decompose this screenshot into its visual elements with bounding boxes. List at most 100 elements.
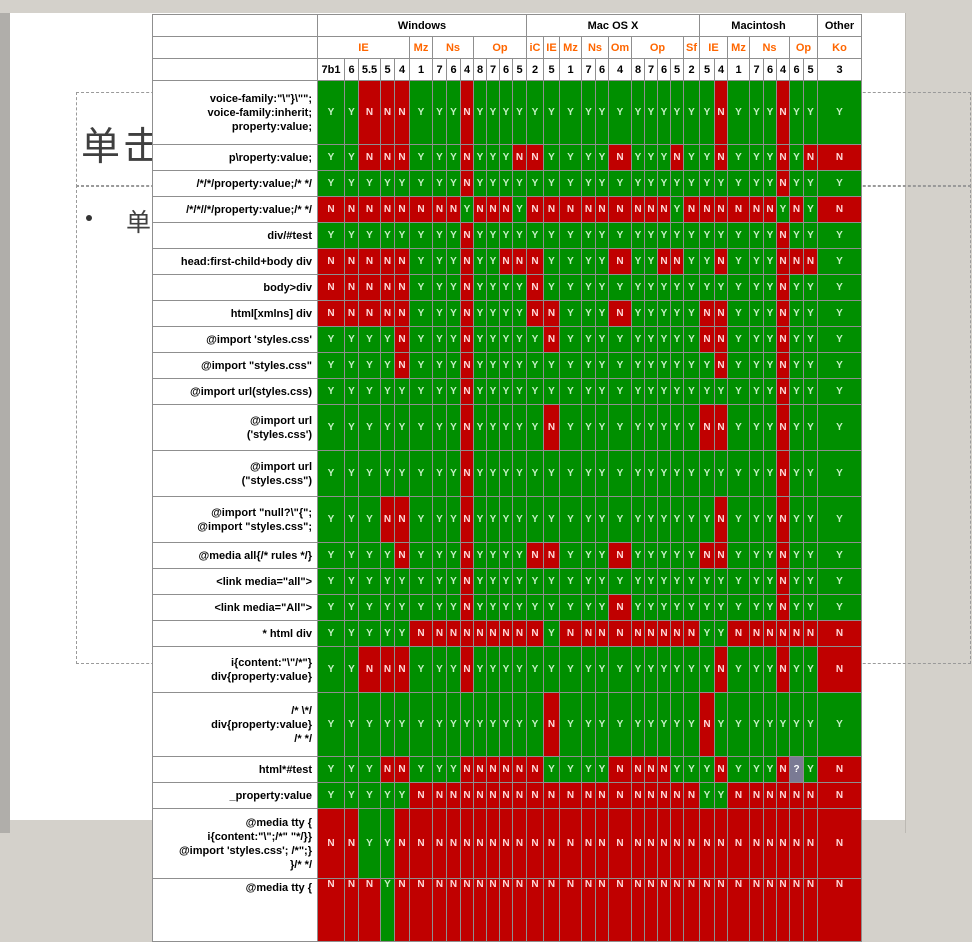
support-cell: Y	[683, 378, 700, 405]
support-cell: Y	[644, 542, 658, 569]
support-cell: N	[608, 782, 632, 809]
support-cell: Y	[526, 80, 544, 145]
support-cell: Y	[559, 248, 582, 275]
support-cell: N	[358, 144, 381, 171]
support-cell: Y	[512, 300, 527, 327]
support-cell: N	[817, 646, 862, 693]
support-cell: Y	[394, 568, 410, 595]
support-cell: N	[543, 878, 560, 942]
support-cell: N	[595, 782, 609, 809]
support-cell: Y	[512, 542, 527, 569]
support-cell: Y	[699, 352, 715, 379]
support-cell: Y	[581, 326, 596, 353]
support-cell: Y	[683, 594, 700, 621]
support-cell: Y	[559, 450, 582, 497]
support-cell: Y	[699, 450, 715, 497]
support-cell: Y	[644, 692, 658, 757]
support-cell: Y	[595, 756, 609, 783]
support-cell: N	[543, 404, 560, 451]
support-cell: Y	[432, 222, 447, 249]
browser-group-header: Ns	[749, 36, 790, 59]
support-cell: N	[657, 620, 671, 647]
support-cell: Y	[432, 352, 447, 379]
support-cell: Y	[727, 404, 750, 451]
support-cell: N	[817, 808, 862, 879]
support-cell: N	[559, 620, 582, 647]
support-cell: N	[657, 782, 671, 809]
support-cell: Y	[789, 568, 804, 595]
support-cell: N	[512, 144, 527, 171]
support-cell: Y	[446, 542, 461, 569]
row-label: @import url(styles.css)	[152, 378, 318, 405]
support-cell: Y	[595, 496, 609, 543]
support-cell: Y	[344, 542, 359, 569]
browser-group-header: IE	[543, 36, 560, 59]
support-cell: Y	[446, 404, 461, 451]
compat-table-image: Windows Mac OS X Macintosh Other IE Mz Ns Op iC I…	[152, 14, 862, 942]
support-cell: Y	[499, 326, 513, 353]
support-cell: Y	[670, 756, 684, 783]
support-cell: Y	[657, 274, 671, 301]
support-cell: Y	[699, 594, 715, 621]
corner-cell	[152, 58, 318, 81]
version-header: 4	[394, 58, 410, 81]
support-cell: Y	[803, 496, 818, 543]
support-cell: Y	[803, 170, 818, 197]
version-header: 1	[559, 58, 582, 81]
support-cell: Y	[473, 326, 487, 353]
support-cell: N	[499, 756, 513, 783]
support-cell: Y	[446, 352, 461, 379]
support-cell: N	[380, 496, 395, 543]
support-cell: N	[763, 878, 777, 942]
support-cell: Y	[763, 568, 777, 595]
support-cell: Y	[749, 450, 764, 497]
support-cell: Y	[763, 756, 777, 783]
support-cell: Y	[749, 646, 764, 693]
support-cell: Y	[789, 542, 804, 569]
support-cell: Y	[432, 450, 447, 497]
support-cell: N	[776, 274, 790, 301]
support-cell: Y	[803, 300, 818, 327]
support-cell: Y	[473, 222, 487, 249]
support-cell: N	[446, 196, 461, 223]
support-cell: N	[714, 542, 728, 569]
support-cell: Y	[581, 300, 596, 327]
support-cell: Y	[499, 274, 513, 301]
support-cell: Y	[581, 568, 596, 595]
support-cell: N	[763, 782, 777, 809]
os-group-header: Macintosh	[699, 14, 818, 37]
support-cell: Y	[644, 594, 658, 621]
support-cell: Y	[670, 542, 684, 569]
support-cell: Y	[358, 620, 381, 647]
support-cell: Y	[817, 248, 862, 275]
support-cell: Y	[803, 450, 818, 497]
support-cell: Y	[670, 496, 684, 543]
support-cell: N	[358, 646, 381, 693]
support-cell: Y	[486, 542, 500, 569]
support-cell: Y	[358, 352, 381, 379]
support-cell: Y	[559, 496, 582, 543]
support-cell: Y	[543, 496, 560, 543]
support-cell: Y	[803, 404, 818, 451]
support-cell: Y	[409, 542, 433, 569]
support-cell: N	[432, 878, 447, 942]
support-cell: Y	[344, 756, 359, 783]
support-cell: Y	[803, 542, 818, 569]
table-row: voice-family:"\"}\""; voice-family:inheri…	[152, 80, 862, 145]
support-cell: Y	[817, 300, 862, 327]
support-cell: N	[657, 756, 671, 783]
support-cell: Y	[683, 496, 700, 543]
bullet-item-text[interactable]: 单	[126, 203, 151, 239]
support-cell: N	[543, 326, 560, 353]
row-label: p\roperty:value;	[152, 144, 318, 171]
support-cell: Y	[581, 222, 596, 249]
support-cell: N	[763, 808, 777, 879]
support-cell: N	[714, 646, 728, 693]
support-cell: N	[657, 808, 671, 879]
support-cell: N	[817, 196, 862, 223]
support-cell: Y	[803, 80, 818, 145]
support-cell: Y	[714, 450, 728, 497]
compat-table-header: Windows Mac OS X Macintosh Other IE Mz Ns Op iC I…	[152, 14, 862, 81]
support-cell: N	[631, 878, 645, 942]
support-cell: Y	[727, 222, 750, 249]
